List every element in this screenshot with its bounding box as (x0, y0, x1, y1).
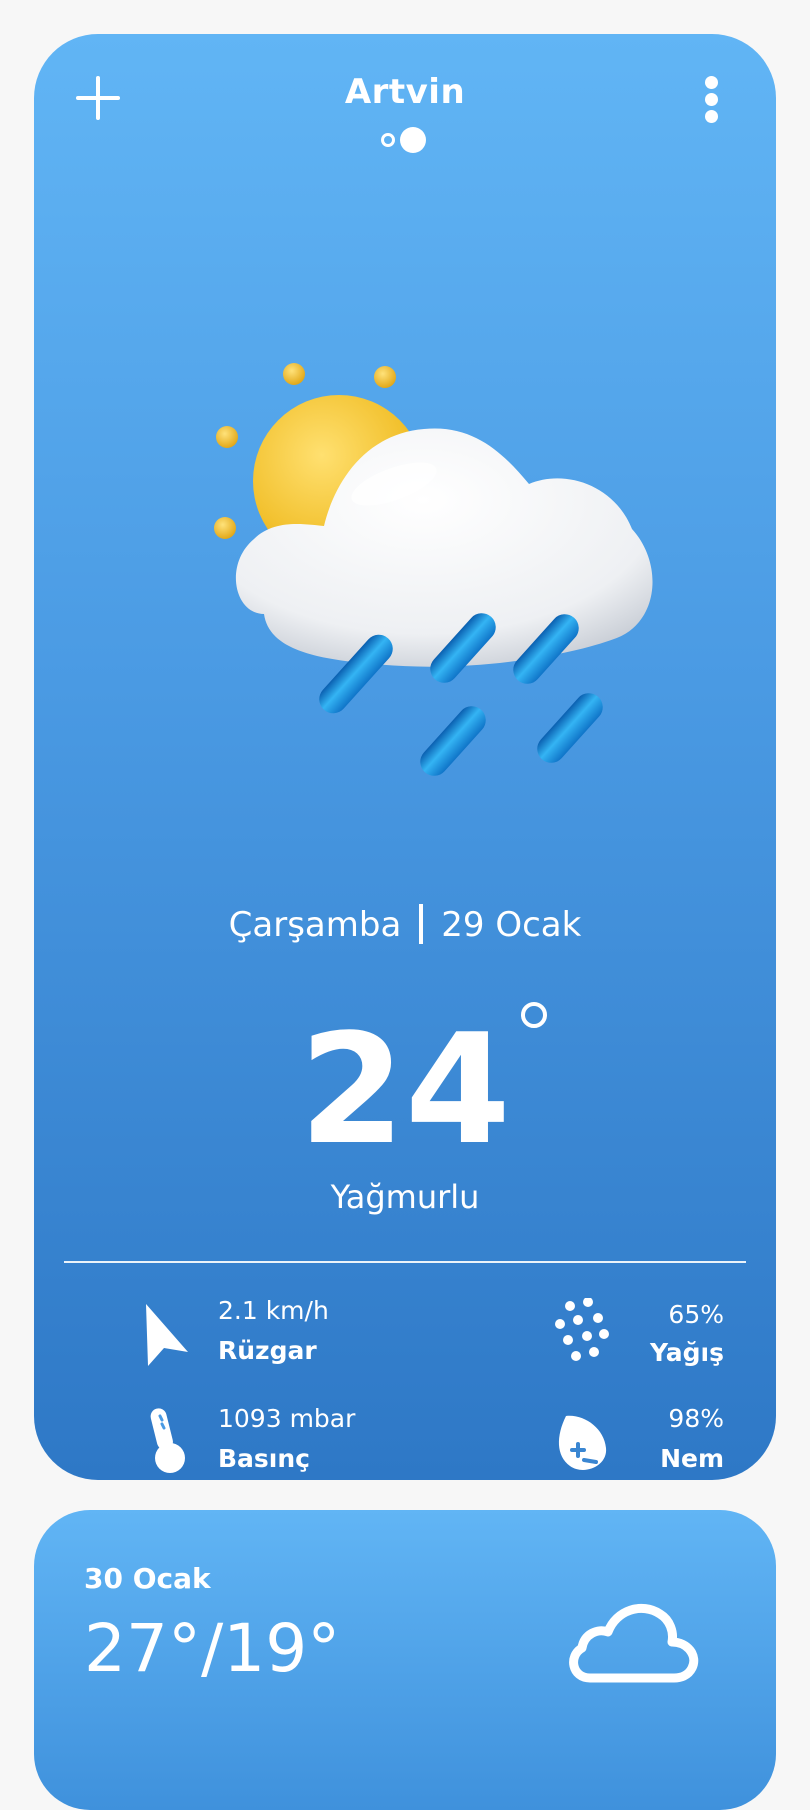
forecast-separator: / (200, 1610, 224, 1687)
top-bar: Artvin (34, 34, 776, 174)
precipitation-stat: 65% Yağış (554, 1296, 724, 1376)
forecast-card[interactable]: 30 Ocak 27°/19° (34, 1510, 776, 1810)
wind-stat: 2.1 km/h Rüzgar (138, 1296, 388, 1376)
rain-drops-icon (555, 1298, 609, 1361)
date: 29 Ocak (441, 905, 582, 945)
city-title: Artvin (344, 72, 466, 112)
precipitation-value: 65% (668, 1300, 724, 1329)
current-temperature: 24 (299, 1002, 547, 1166)
wind-label: Rüzgar (218, 1336, 317, 1365)
humidity-stat: 98% Nem (554, 1404, 724, 1480)
humidity-drop-icon (558, 1415, 607, 1470)
date-row: Çarşamba 29 Ocak (34, 904, 776, 945)
forecast-low: 19° (223, 1610, 341, 1687)
pressure-value: 1093 mbar (218, 1404, 356, 1433)
pressure-label: Basınç (218, 1444, 310, 1473)
page-dot-inactive[interactable] (381, 133, 395, 147)
temperature-block: 24 (34, 1002, 776, 1166)
temperature-value: 24 (299, 1001, 511, 1178)
wind-value: 2.1 km/h (218, 1296, 329, 1325)
forecast-date: 30 Ocak (84, 1562, 211, 1595)
weekday: Çarşamba (228, 905, 402, 945)
current-weather-card: Artvin Çarşamba 29 Ocak 24 Yağmurlu 2.1 … (34, 34, 776, 1480)
humidity-label: Nem (660, 1444, 724, 1473)
page-dot-active[interactable] (400, 127, 426, 153)
more-options-button[interactable] (702, 76, 722, 124)
forecast-temperatures: 27°/19° (84, 1610, 340, 1687)
page-indicator[interactable] (381, 124, 437, 154)
precipitation-label: Yağış (649, 1338, 724, 1367)
divider (64, 1261, 746, 1263)
cloud-icon (569, 1603, 699, 1683)
weather-condition: Yağmurlu (330, 1178, 480, 1216)
sun-cloud-rain-icon (214, 363, 653, 776)
pressure-stat: 1093 mbar Basınç (138, 1404, 398, 1480)
thermometer-icon (150, 1408, 185, 1473)
degree-symbol (520, 1002, 547, 1028)
date-separator (419, 904, 424, 944)
forecast-high: 27° (84, 1610, 201, 1687)
humidity-value: 98% (668, 1404, 724, 1433)
navigation-arrow-icon (146, 1304, 188, 1366)
